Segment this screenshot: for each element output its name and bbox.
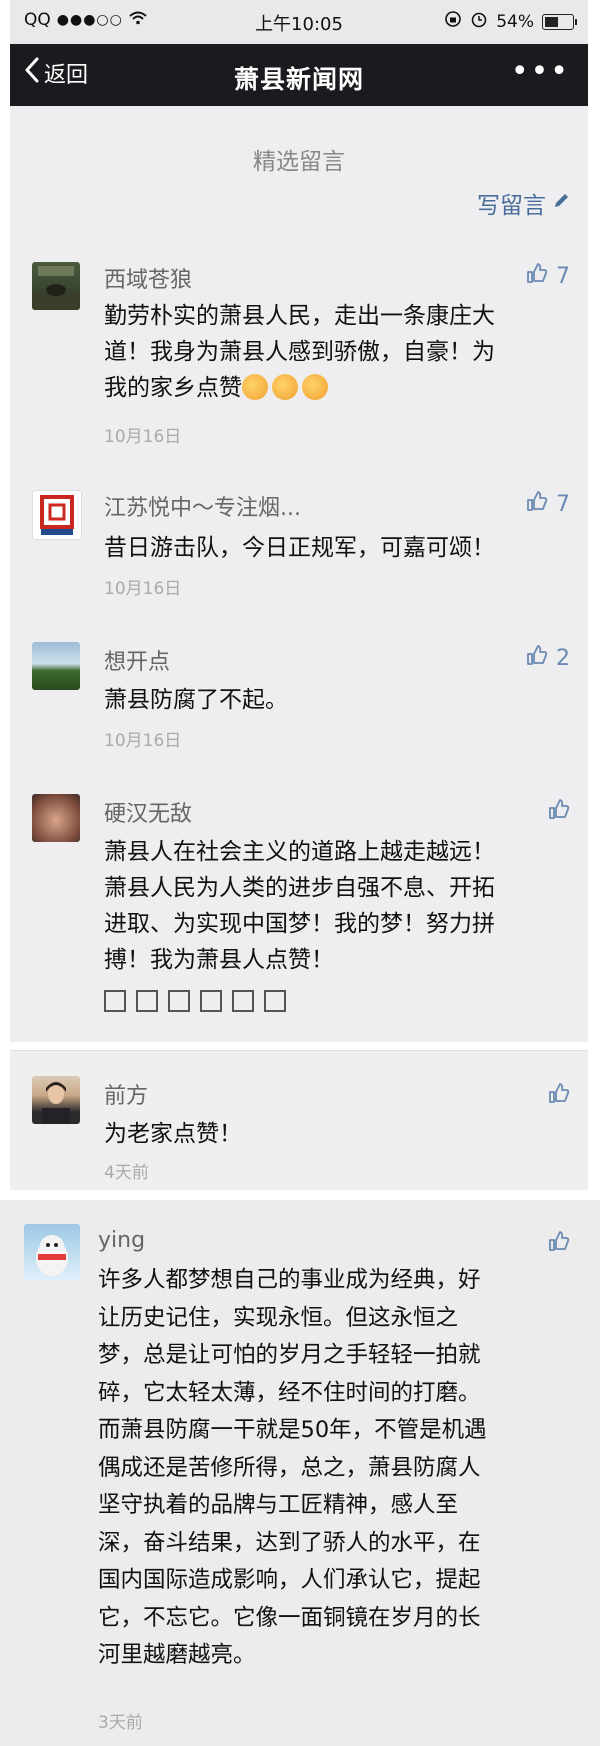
more-icon[interactable]: ••• — [511, 54, 570, 89]
comment-text-line: 我的家乡点赞 — [104, 370, 574, 406]
comment-date: 10月16日 — [104, 427, 182, 447]
pencil-icon — [552, 190, 570, 216]
thumbs-up-emoji — [302, 374, 328, 400]
missing-glyph-box — [200, 989, 222, 1012]
comment-text-line: 而萧县防腐一干就是50年，不管是机遇 — [98, 1417, 487, 1443]
comment-text: 萧县人在社会主义的道路上越走越远！ 萧县人民为人类的进步自强不息、开拓 进取、为… — [104, 834, 574, 1018]
comment-text-line: 坚守执着的品牌与工匠精神，感人至 — [98, 1492, 459, 1518]
comment-text-fragment: 我的家乡点赞 — [104, 375, 242, 401]
comment-text-line: 梦，总是让可怕的岁月之手轻轻一拍就 — [98, 1342, 481, 1368]
comment-author: 前方 — [104, 1084, 149, 1109]
comment-author: 硬汉无敌 — [104, 802, 193, 827]
status-right: 54% — [444, 10, 577, 33]
comment-text-line: 萧县人在社会主义的道路上越走越远！ — [104, 839, 495, 865]
like-button[interactable]: 7 — [526, 262, 570, 290]
comment-text-line: 搏！我为萧县人点赞！ — [104, 947, 334, 973]
comment-text: 许多人都梦想自己的事业成为经典，好 让历史记住，实现永恒。但这永恒之 梦，总是让… — [98, 1262, 578, 1675]
avatar[interactable] — [24, 1224, 80, 1280]
thumbs-up-emoji — [272, 374, 298, 400]
alarm-icon — [470, 10, 488, 33]
comment-text-line: 国内国际造成影响，人们承认它，提起 — [98, 1567, 481, 1593]
comment-author: 江苏悦中～专注烟... — [104, 496, 301, 521]
like-button[interactable] — [548, 798, 570, 826]
status-bar: QQ ●●●○○ 上午10:05 54% — [10, 0, 588, 44]
like-count: 2 — [556, 645, 570, 671]
missing-glyph-box — [104, 989, 126, 1012]
comment-text-line: 为老家点赞！ — [104, 1121, 242, 1147]
battery-percent: 54% — [496, 11, 534, 32]
thumbs-up-emoji — [242, 374, 268, 400]
missing-glyph-row — [104, 982, 574, 1018]
avatar[interactable] — [32, 794, 80, 842]
page-title: 萧县新闻网 — [233, 65, 364, 94]
thumbs-up-icon — [548, 1082, 570, 1110]
section-title: 精选留言 — [253, 149, 345, 175]
comment-author: ying — [98, 1228, 146, 1253]
comment-text-line: 碎，它太轻太薄，经不住时间的打磨。 — [98, 1379, 481, 1406]
comment-date: 4天前 — [104, 1163, 149, 1183]
comment-text: 为老家点赞！ — [104, 1116, 574, 1152]
comment-text: 勤劳朴实的萧县人民，走出一条康庄大 道！我身为萧县人感到骄傲，自豪！为 我的家乡… — [104, 298, 574, 406]
comment-text-line: 勤劳朴实的萧县人民，走出一条康庄大 — [104, 303, 495, 329]
missing-glyph-box — [232, 989, 254, 1012]
comment-text: 昔日游击队，今日正规军，可嘉可颂！ — [104, 530, 574, 566]
thumbs-up-icon — [548, 1230, 570, 1258]
comment-author: 西域苍狼 — [104, 268, 193, 293]
panel-separator-2 — [0, 1190, 600, 1200]
like-button[interactable] — [548, 1082, 570, 1110]
thumbs-up-icon — [526, 644, 548, 672]
thumbs-up-icon — [548, 798, 570, 826]
comment-text-line: 萧县人民为人类的进步自强不息、开拓 — [104, 875, 495, 901]
avatar[interactable] — [32, 1076, 80, 1124]
like-button[interactable]: 7 — [526, 490, 570, 518]
comment-date: 3天前 — [98, 1713, 143, 1733]
avatar[interactable] — [32, 490, 82, 540]
comment-text-line: 让历史记住，实现永恒。但这永恒之 — [98, 1304, 459, 1331]
comment-text-line: 道！我身为萧县人感到骄傲，自豪！为 — [104, 339, 495, 365]
comment-text: 萧县防腐了不起。 — [104, 682, 574, 718]
thumbs-up-icon — [526, 490, 548, 518]
navigation-bar: 返回 萧县新闻网 ••• — [10, 44, 588, 106]
comment-text-line: 偶成还是苦修所得，总之，萧县防腐人 — [98, 1454, 481, 1481]
missing-glyph-box — [168, 989, 190, 1012]
avatar[interactable] — [32, 642, 80, 690]
comment-text-line: 昔日游击队，今日正规军，可嘉可颂！ — [104, 535, 495, 561]
comment-text-line: 萧县防腐了不起。 — [104, 687, 288, 713]
comment-text-line: 许多人都梦想自己的事业成为经典，好 — [98, 1267, 481, 1293]
battery-fill — [545, 16, 558, 27]
comment-text-line: 它，不忘它。它像一面铜镜在岁月的长 — [98, 1604, 481, 1631]
like-button[interactable] — [548, 1230, 570, 1258]
comment-date: 10月16日 — [104, 579, 182, 599]
comment-text-line: 深，奋斗结果，达到了骄人的水平，在 — [98, 1529, 481, 1556]
missing-glyph-box — [264, 989, 286, 1012]
like-count: 7 — [556, 263, 570, 289]
avatar[interactable] — [32, 262, 80, 310]
comment-text-line: 进取、为实现中国梦！我的梦！努力拼 — [104, 911, 495, 937]
panel-separator — [0, 1042, 600, 1050]
comment-date: 10月16日 — [104, 731, 182, 751]
comment-author: 想开点 — [104, 650, 171, 675]
like-button[interactable]: 2 — [526, 644, 570, 672]
battery-icon — [542, 13, 577, 30]
comment-text-line: 河里越磨越亮。 — [98, 1642, 256, 1668]
lock-rotation-icon — [444, 10, 462, 33]
missing-glyph-box — [136, 989, 158, 1012]
write-comment-label: 写留言 — [477, 193, 546, 219]
thumbs-up-icon — [526, 262, 548, 290]
like-count: 7 — [556, 491, 570, 517]
write-comment-button[interactable]: 写留言 — [477, 186, 570, 220]
